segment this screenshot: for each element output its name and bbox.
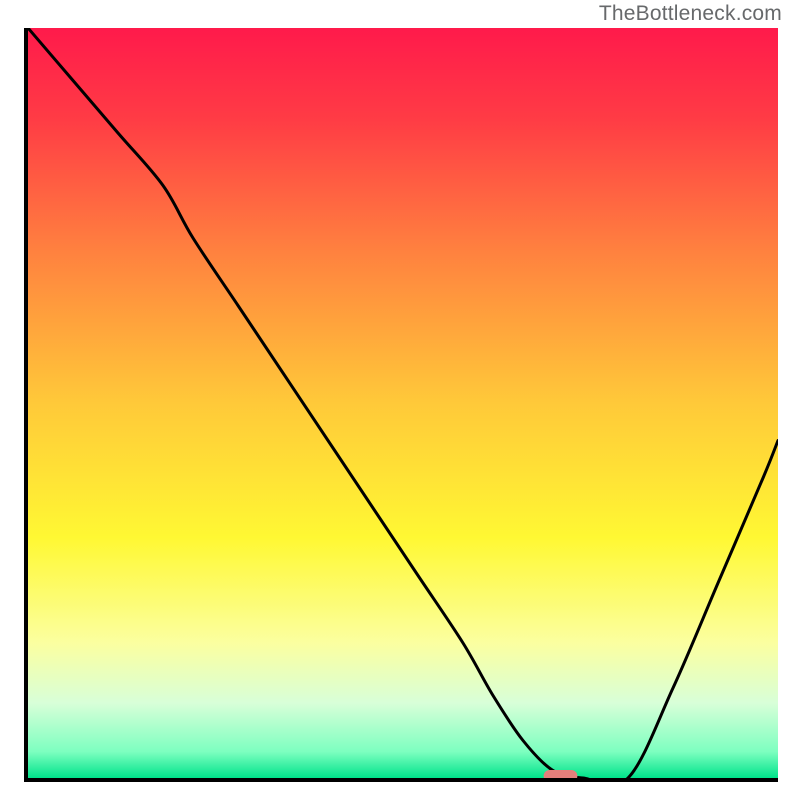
watermark-text: TheBottleneck.com bbox=[599, 2, 782, 26]
gradient-background bbox=[28, 28, 778, 778]
sweet-spot-marker bbox=[544, 770, 578, 778]
plot-area bbox=[28, 28, 778, 778]
chart-svg bbox=[28, 28, 778, 778]
